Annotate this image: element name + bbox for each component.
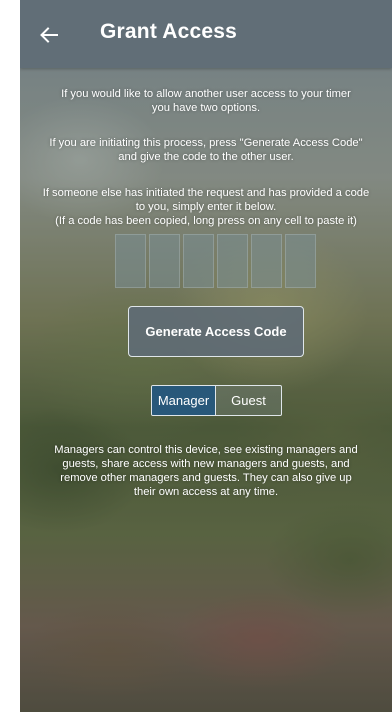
initiating-line: If you are initiating this process, pres… [49, 137, 363, 149]
role-description-line: Managers can control this device, see ex… [54, 444, 358, 456]
receiving-line: to you, simply enter it below. [135, 201, 277, 213]
page-title: Grant Access [100, 20, 238, 43]
receiving-line: If someone else has initiated the reques… [42, 187, 370, 199]
initiating-line: and give the code to the other user. [118, 151, 294, 163]
role-selector: Manager Guest [151, 385, 282, 416]
code-cell-4[interactable] [217, 234, 248, 288]
initiating-text: If you are initiating this process, pres… [20, 136, 392, 164]
access-code-input [115, 234, 316, 288]
code-cell-2[interactable] [149, 234, 180, 288]
intro-line: you have two options. [151, 102, 261, 114]
role-description-line: remove other managers and guests. They c… [60, 472, 352, 484]
role-option-guest[interactable]: Guest [215, 386, 281, 415]
receiving-text: If someone else has initiated the reques… [20, 186, 392, 228]
role-description-line: their own access at any time. [133, 486, 279, 498]
role-description-line: guests, share access with new managers a… [62, 458, 350, 470]
arrow-left-icon[interactable] [38, 24, 60, 46]
app-bar: Grant Access [20, 0, 392, 68]
receiving-line: (If a code has been copied, long press o… [55, 215, 357, 227]
role-description: Managers can control this device, see ex… [20, 443, 392, 499]
intro-line: If you would like to allow another user … [61, 88, 351, 100]
generate-access-code-button[interactable]: Generate Access Code [128, 306, 304, 357]
role-option-manager[interactable]: Manager [152, 386, 215, 415]
grant-access-screen: Grant Access If you would like to allow … [20, 0, 392, 712]
code-cell-1[interactable] [115, 234, 146, 288]
intro-text: If you would like to allow another user … [20, 87, 392, 115]
code-cell-6[interactable] [285, 234, 316, 288]
code-cell-3[interactable] [183, 234, 214, 288]
code-cell-5[interactable] [251, 234, 282, 288]
